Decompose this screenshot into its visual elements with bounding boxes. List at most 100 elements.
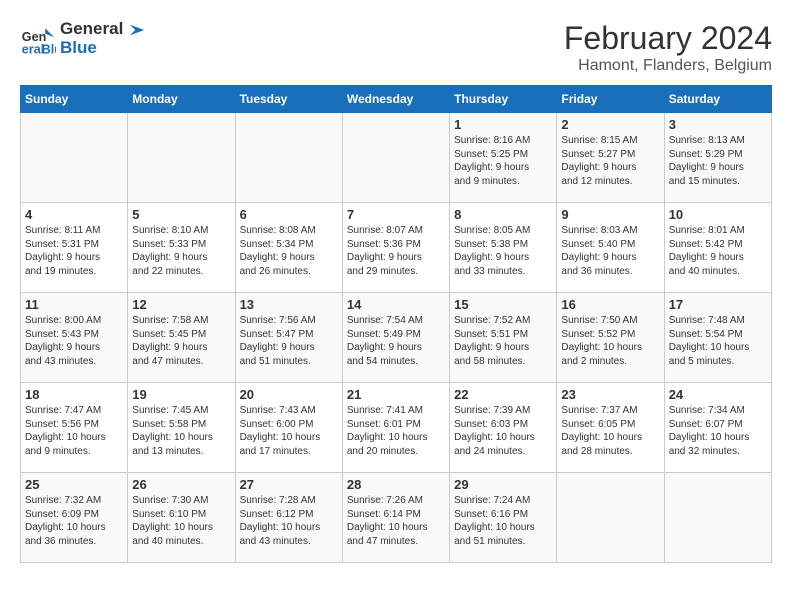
day-number: 18 — [25, 387, 123, 402]
day-cell: 23Sunrise: 7:37 AM Sunset: 6:05 PM Dayli… — [557, 383, 664, 473]
day-cell: 20 Sunrise: 7:43 AM Sunset: 6:00 PM Dayli… — [235, 383, 342, 473]
day-cell: 4 Sunrise: 8:11 AM Sunset: 5:31 PM Daylig… — [21, 203, 128, 293]
title-block: February 2024 Hamont, Flanders, Belgium — [564, 20, 772, 75]
month-title: February 2024 — [564, 20, 772, 57]
day-cell: 19Sunrise: 7:45 AM Sunset: 5:58 PM Dayli… — [128, 383, 235, 473]
day-cell: 6 Sunrise: 8:08 AM Sunset: 5:34 PM Daylig… — [235, 203, 342, 293]
day-number: 23 — [561, 387, 659, 402]
day-info: Sunrise: 7:54 AM Sunset: 5:49 PM Dayligh… — [347, 314, 445, 368]
day-number: 15 — [454, 297, 552, 312]
day-cell: 17 Sunrise: 7:48 AM Sunset: 5:54 PM Dayli… — [664, 293, 771, 383]
weekday-monday: Monday — [128, 86, 235, 113]
day-number: 4 — [25, 207, 123, 222]
day-number: 13 — [240, 297, 338, 312]
day-info: Sunrise: 7:45 AM Sunset: 5:58 PM Dayligh… — [132, 404, 230, 458]
day-cell — [235, 113, 342, 203]
logo-icon: Gen eral Blue — [20, 21, 56, 57]
day-info: Sunrise: 8:08 AM Sunset: 5:34 PM Dayligh… — [240, 224, 338, 278]
day-number: 1 — [454, 117, 552, 132]
day-number: 8 — [454, 207, 552, 222]
calendar-table: SundayMondayTuesdayWednesdayThursdayFrid… — [20, 85, 772, 563]
day-cell: 27 Sunrise: 7:28 AM Sunset: 6:12 PM Dayli… — [235, 473, 342, 563]
day-info: Sunrise: 7:41 AM Sunset: 6:01 PM Dayligh… — [347, 404, 445, 458]
day-number: 27 — [240, 477, 338, 492]
day-info: Sunrise: 7:58 AM Sunset: 5:45 PM Dayligh… — [132, 314, 230, 368]
svg-text:Blue: Blue — [42, 42, 56, 56]
day-info: Sunrise: 8:11 AM Sunset: 5:31 PM Dayligh… — [25, 224, 123, 278]
day-cell: 22 Sunrise: 7:39 AM Sunset: 6:03 PM Dayli… — [450, 383, 557, 473]
day-cell: 25 Sunrise: 7:32 AM Sunset: 6:09 PM Dayli… — [21, 473, 128, 563]
day-info: Sunrise: 7:28 AM Sunset: 6:12 PM Dayligh… — [240, 494, 338, 548]
weekday-sunday: Sunday — [21, 86, 128, 113]
day-cell: 29 Sunrise: 7:24 AM Sunset: 6:16 PM Dayli… — [450, 473, 557, 563]
day-info: Sunrise: 8:13 AM Sunset: 5:29 PM Dayligh… — [669, 134, 767, 188]
day-number: 25 — [25, 477, 123, 492]
day-cell: 11Sunrise: 8:00 AM Sunset: 5:43 PM Dayli… — [21, 293, 128, 383]
day-cell — [21, 113, 128, 203]
logo: Gen eral Blue General Blue — [20, 20, 146, 57]
day-cell: 12Sunrise: 7:58 AM Sunset: 5:45 PM Dayli… — [128, 293, 235, 383]
day-cell: 10Sunrise: 8:01 AM Sunset: 5:42 PM Dayli… — [664, 203, 771, 293]
day-cell: 1 Sunrise: 8:16 AM Sunset: 5:25 PM Daylig… — [450, 113, 557, 203]
day-info: Sunrise: 7:30 AM Sunset: 6:10 PM Dayligh… — [132, 494, 230, 548]
day-info: Sunrise: 8:03 AM Sunset: 5:40 PM Dayligh… — [561, 224, 659, 278]
day-info: Sunrise: 7:24 AM Sunset: 6:16 PM Dayligh… — [454, 494, 552, 548]
day-cell — [557, 473, 664, 563]
week-row-3: 11Sunrise: 8:00 AM Sunset: 5:43 PM Dayli… — [21, 293, 772, 383]
day-cell: 9 Sunrise: 8:03 AM Sunset: 5:40 PM Daylig… — [557, 203, 664, 293]
week-row-5: 25 Sunrise: 7:32 AM Sunset: 6:09 PM Dayli… — [21, 473, 772, 563]
day-cell — [664, 473, 771, 563]
day-cell: 5Sunrise: 8:10 AM Sunset: 5:33 PM Daylig… — [128, 203, 235, 293]
calendar-body: 1 Sunrise: 8:16 AM Sunset: 5:25 PM Daylig… — [21, 113, 772, 563]
day-cell: 18 Sunrise: 7:47 AM Sunset: 5:56 PM Dayli… — [21, 383, 128, 473]
day-cell — [128, 113, 235, 203]
day-cell: 13 Sunrise: 7:56 AM Sunset: 5:47 PM Dayli… — [235, 293, 342, 383]
day-number: 29 — [454, 477, 552, 492]
day-info: Sunrise: 7:47 AM Sunset: 5:56 PM Dayligh… — [25, 404, 123, 458]
day-number: 17 — [669, 297, 767, 312]
weekday-wednesday: Wednesday — [342, 86, 449, 113]
day-number: 5 — [132, 207, 230, 222]
day-info: Sunrise: 7:39 AM Sunset: 6:03 PM Dayligh… — [454, 404, 552, 458]
day-number: 14 — [347, 297, 445, 312]
day-cell — [342, 113, 449, 203]
weekday-saturday: Saturday — [664, 86, 771, 113]
day-number: 28 — [347, 477, 445, 492]
weekday-tuesday: Tuesday — [235, 86, 342, 113]
page-header: Gen eral Blue General Blue February 2024… — [20, 20, 772, 75]
day-number: 9 — [561, 207, 659, 222]
day-number: 22 — [454, 387, 552, 402]
day-info: Sunrise: 8:05 AM Sunset: 5:38 PM Dayligh… — [454, 224, 552, 278]
day-number: 16 — [561, 297, 659, 312]
weekday-friday: Friday — [557, 86, 664, 113]
day-info: Sunrise: 8:00 AM Sunset: 5:43 PM Dayligh… — [25, 314, 123, 368]
day-cell: 14 Sunrise: 7:54 AM Sunset: 5:49 PM Dayli… — [342, 293, 449, 383]
day-info: Sunrise: 7:43 AM Sunset: 6:00 PM Dayligh… — [240, 404, 338, 458]
week-row-2: 4 Sunrise: 8:11 AM Sunset: 5:31 PM Daylig… — [21, 203, 772, 293]
day-cell: 2Sunrise: 8:15 AM Sunset: 5:27 PM Daylig… — [557, 113, 664, 203]
day-info: Sunrise: 7:32 AM Sunset: 6:09 PM Dayligh… — [25, 494, 123, 548]
day-info: Sunrise: 7:48 AM Sunset: 5:54 PM Dayligh… — [669, 314, 767, 368]
location-subtitle: Hamont, Flanders, Belgium — [564, 57, 772, 75]
day-info: Sunrise: 7:56 AM Sunset: 5:47 PM Dayligh… — [240, 314, 338, 368]
day-number: 24 — [669, 387, 767, 402]
day-cell: 24Sunrise: 7:34 AM Sunset: 6:07 PM Dayli… — [664, 383, 771, 473]
day-number: 6 — [240, 207, 338, 222]
day-cell: 28 Sunrise: 7:26 AM Sunset: 6:14 PM Dayli… — [342, 473, 449, 563]
logo-blue: Blue — [60, 39, 146, 58]
logo-arrow-icon — [128, 21, 146, 39]
day-info: Sunrise: 7:26 AM Sunset: 6:14 PM Dayligh… — [347, 494, 445, 548]
day-info: Sunrise: 7:52 AM Sunset: 5:51 PM Dayligh… — [454, 314, 552, 368]
day-number: 7 — [347, 207, 445, 222]
day-info: Sunrise: 8:15 AM Sunset: 5:27 PM Dayligh… — [561, 134, 659, 188]
day-number: 26 — [132, 477, 230, 492]
day-info: Sunrise: 8:16 AM Sunset: 5:25 PM Dayligh… — [454, 134, 552, 188]
day-cell: 16Sunrise: 7:50 AM Sunset: 5:52 PM Dayli… — [557, 293, 664, 383]
day-number: 21 — [347, 387, 445, 402]
day-cell: 15 Sunrise: 7:52 AM Sunset: 5:51 PM Dayli… — [450, 293, 557, 383]
day-info: Sunrise: 8:01 AM Sunset: 5:42 PM Dayligh… — [669, 224, 767, 278]
day-number: 20 — [240, 387, 338, 402]
day-cell: 7Sunrise: 8:07 AM Sunset: 5:36 PM Daylig… — [342, 203, 449, 293]
weekday-thursday: Thursday — [450, 86, 557, 113]
day-cell: 8 Sunrise: 8:05 AM Sunset: 5:38 PM Daylig… — [450, 203, 557, 293]
